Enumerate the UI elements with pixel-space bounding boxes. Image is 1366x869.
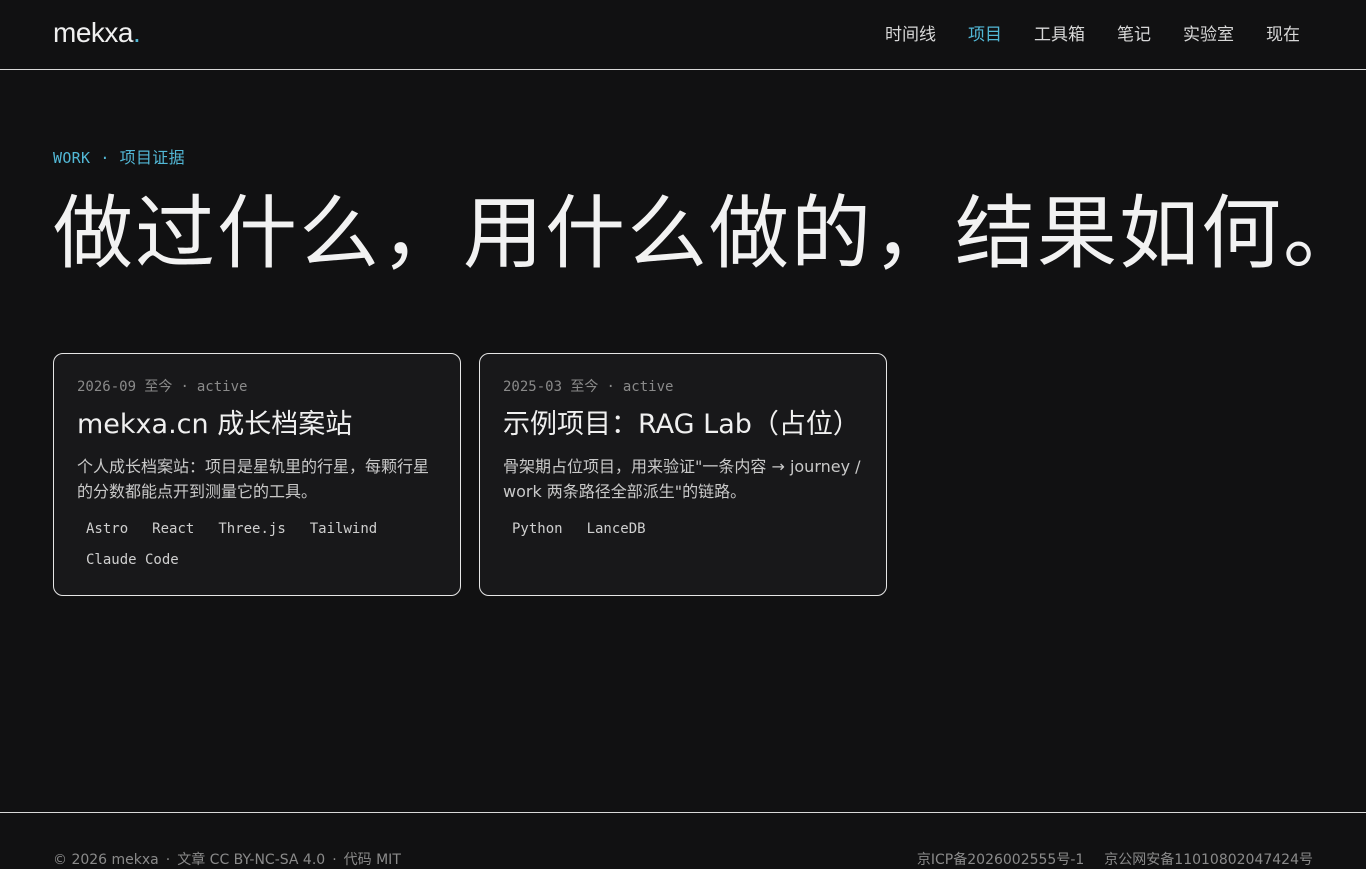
meta-separator: · — [606, 379, 615, 395]
project-meta: 2026-09 至今 · active — [77, 377, 437, 397]
footer-license: © 2026 mekxa · 文章 CC BY-NC-SA 4.0 · 代码 MIT — [53, 849, 401, 869]
logo-text: mekxa — [53, 17, 133, 48]
content-license-link[interactable]: 文章 CC BY-NC-SA 4.0 — [177, 852, 325, 868]
tech-tag: Tailwind — [309, 521, 378, 537]
nav-item-timeline[interactable]: 时间线 — [885, 24, 936, 46]
police-record-link[interactable]: 京公网安备11010802047424号 — [1104, 852, 1313, 868]
tech-tag: Astro — [86, 521, 129, 537]
tech-tag: Three.js — [218, 521, 286, 537]
page-title: 做过什么，用什么做的，结果如何。 — [53, 187, 1365, 280]
project-card[interactable]: 2026-09 至今 · active mekxa.cn 成长档案站 个人成长档案站… — [53, 353, 461, 596]
project-description: 骨架期占位项目，用来验证"一条内容 → journey / work 两条路径全… — [503, 457, 861, 501]
project-tags: Python LanceDB — [503, 515, 843, 544]
eyebrow-zh: 项目证据 — [119, 148, 185, 167]
tech-tag: React — [152, 521, 195, 537]
meta-separator: · — [180, 379, 189, 395]
project-status: active — [622, 379, 674, 395]
project-tags: Astro React Three.js Tailwind Claude Cod… — [77, 515, 417, 575]
project-description: 个人成长档案站：项目是星轨里的行星，每颗行星的分数都能点开到测量它的工具。 — [77, 457, 430, 501]
project-title: mekxa.cn 成长档案站 — [77, 409, 353, 440]
project-status: active — [196, 379, 248, 395]
footer-separator: · — [165, 852, 171, 868]
section-eyebrow: WORK · 项目证据 — [53, 144, 185, 168]
project-meta: 2025-03 至今 · active — [503, 377, 863, 397]
site-header: mekxa. 时间线 项目 工具箱 笔记 实验室 现在 — [0, 0, 1366, 70]
project-date: 2026-09 至今 — [77, 379, 173, 395]
project-date: 2025-03 至今 — [503, 379, 599, 395]
nav-item-notes[interactable]: 笔记 — [1117, 24, 1151, 46]
tech-tag: Python — [512, 521, 563, 537]
code-license-link[interactable]: 代码 MIT — [344, 852, 401, 868]
icp-link[interactable]: 京ICP备2026002555号-1 — [917, 852, 1084, 868]
footer-registration: 京ICP备2026002555号-1 京公网安备11010802047424号 — [917, 849, 1313, 869]
project-card[interactable]: 2025-03 至今 · active 示例项目：RAG Lab（占位） 骨架期占位… — [479, 353, 887, 596]
site-logo[interactable]: mekxa. — [53, 17, 141, 49]
nav-item-now[interactable]: 现在 — [1266, 24, 1300, 46]
eyebrow-en: WORK — [53, 149, 91, 167]
tech-tag: LanceDB — [586, 521, 646, 537]
main-nav: 时间线 项目 工具箱 笔记 实验室 现在 — [885, 24, 1300, 46]
eyebrow-separator: · — [100, 149, 110, 167]
tech-tag: Claude Code — [86, 552, 179, 568]
logo-dot: . — [132, 17, 141, 48]
project-list: 2026-09 至今 · active mekxa.cn 成长档案站 个人成长档案站… — [53, 353, 887, 596]
nav-item-toolbox[interactable]: 工具箱 — [1034, 24, 1085, 46]
copyright: © 2026 mekxa — [53, 852, 159, 868]
nav-item-lab[interactable]: 实验室 — [1183, 24, 1234, 46]
site-footer: © 2026 mekxa · 文章 CC BY-NC-SA 4.0 · 代码 MIT 京… — [0, 812, 1366, 868]
footer-separator: · — [332, 852, 337, 868]
project-title: 示例项目：RAG Lab（占位） — [503, 409, 860, 440]
nav-item-projects[interactable]: 项目 — [968, 24, 1002, 46]
